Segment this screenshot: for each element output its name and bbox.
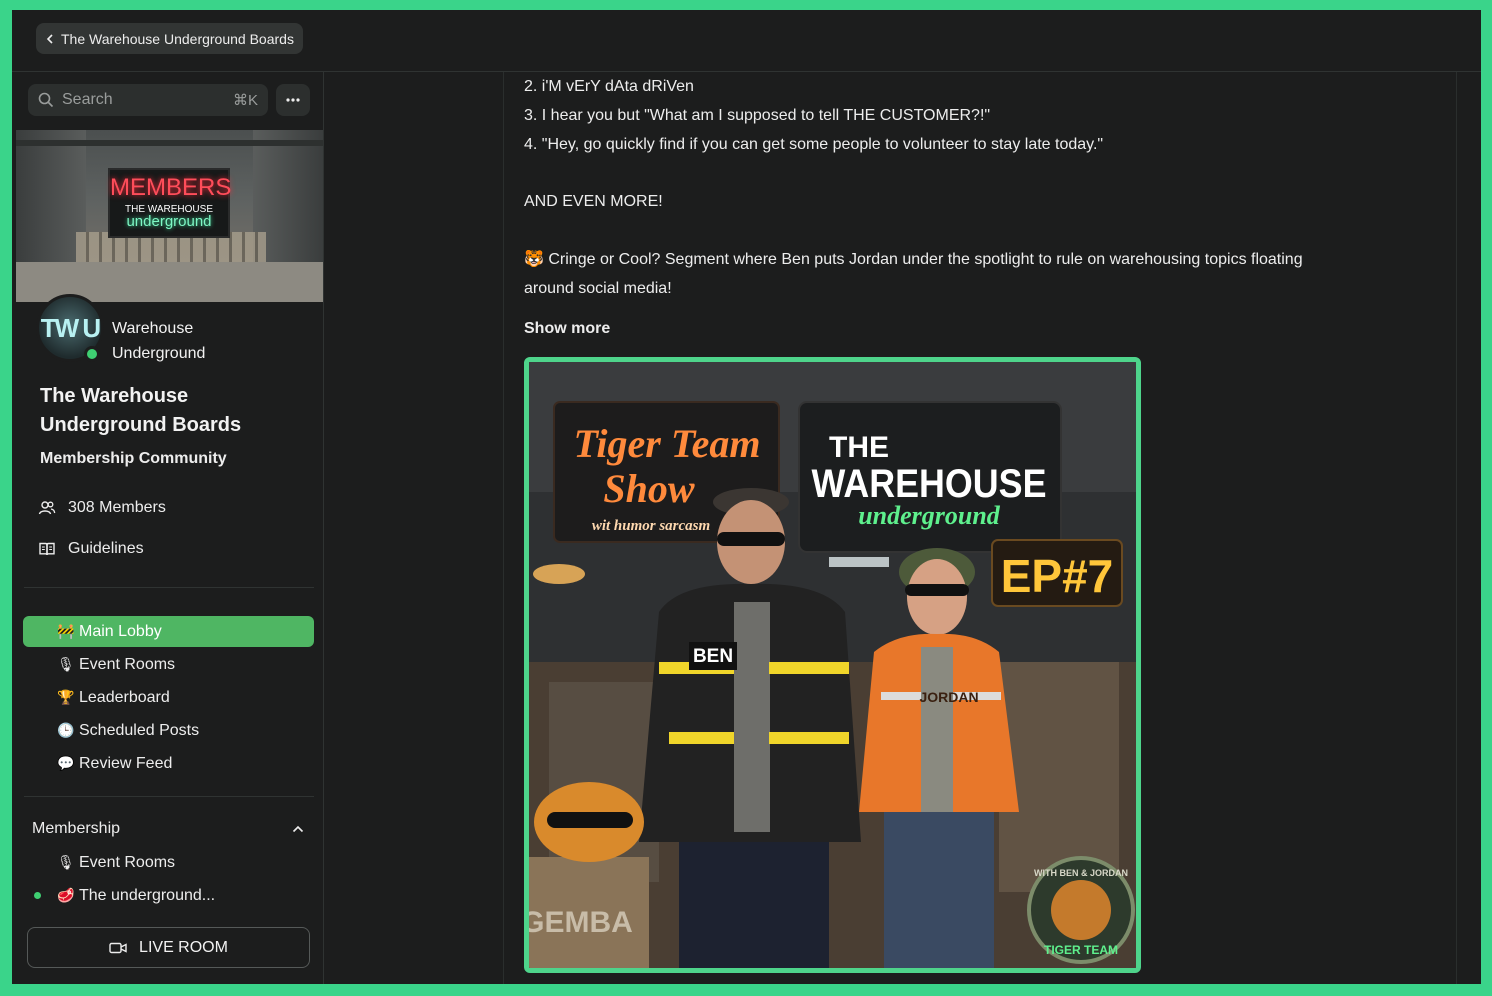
members-link[interactable]: 308 Members bbox=[38, 499, 166, 517]
video-camera-icon bbox=[109, 942, 127, 953]
members-icon bbox=[38, 501, 56, 515]
guidelines-link[interactable]: Guidelines bbox=[38, 540, 144, 558]
column-divider bbox=[1456, 72, 1457, 984]
community-subtitle: Membership Community bbox=[40, 450, 227, 467]
chevron-left-icon bbox=[46, 33, 53, 44]
chevron-up-icon bbox=[292, 825, 304, 833]
book-icon bbox=[39, 542, 55, 556]
jordan-name-tag: JORDAN bbox=[919, 689, 978, 705]
ben-name-tag: BEN bbox=[693, 646, 733, 667]
sidebar-item-membership-event-rooms[interactable]: 🎙 Event Rooms bbox=[23, 847, 314, 878]
ellipsis-icon bbox=[286, 98, 300, 102]
post-line: 🐯 Cringe or Cool? Segment where Ben puts… bbox=[524, 251, 1303, 268]
members-count-label: 308 Members bbox=[68, 499, 166, 516]
episode-number: EP#7 bbox=[1001, 550, 1114, 602]
sign-right-line-2: WAREHOUSE bbox=[812, 462, 1047, 506]
app-window: The Warehouse Underground Boards Search … bbox=[12, 10, 1481, 984]
top-bar: The Warehouse Underground Boards bbox=[12, 10, 1481, 72]
sidebar-item-event-rooms[interactable]: 🎙 Event Rooms bbox=[23, 649, 314, 680]
sidebar-item-scheduled-posts[interactable]: 🕒 Scheduled Posts bbox=[23, 715, 314, 746]
back-button-label: The Warehouse Underground Boards bbox=[61, 30, 294, 47]
sidebar-divider bbox=[24, 587, 314, 588]
sidebar-item-review-feed[interactable]: 💬 Review Feed bbox=[23, 748, 314, 779]
membership-section-title: Membership bbox=[32, 820, 121, 837]
guidelines-label: Guidelines bbox=[68, 540, 144, 557]
sidebar-item-label: Leaderboard bbox=[79, 688, 170, 706]
meat-icon: 🥩 bbox=[57, 887, 75, 903]
construction-icon: 🚧 bbox=[57, 623, 75, 639]
membership-section-toggle[interactable]: Membership bbox=[32, 820, 304, 838]
main-feed: 2. i'M vErY dAta dRiVen 3. I hear you bu… bbox=[325, 72, 1481, 984]
sidebar-divider bbox=[24, 796, 314, 797]
sign-right-line-1: THE bbox=[829, 431, 889, 464]
search-placeholder: Search bbox=[62, 91, 113, 108]
speech-bubble-icon: 💬 bbox=[57, 755, 75, 771]
trophy-icon: 🏆 bbox=[57, 689, 75, 705]
back-button[interactable]: The Warehouse Underground Boards bbox=[36, 23, 303, 54]
microphone-icon: 🎙 bbox=[57, 854, 75, 870]
badge-top-text: WITH BEN & JORDAN bbox=[1034, 868, 1128, 878]
community-title: The Warehouse Underground Boards bbox=[40, 385, 242, 436]
sidebar-item-label: The underground... bbox=[79, 886, 216, 904]
members-neon-sign: MEMBERS THE WAREHOUSE underground bbox=[108, 168, 232, 238]
search-input[interactable]: Search ⌘K bbox=[28, 84, 268, 116]
brand-name: Warehouse Underground bbox=[112, 320, 206, 362]
sidebar-item-label: Event Rooms bbox=[79, 853, 176, 871]
microphone-icon: 🎙 bbox=[57, 656, 75, 672]
post-line: 4. "Hey, go quickly find if you can get … bbox=[524, 136, 1104, 153]
sign-right-line-3: underground bbox=[858, 501, 1001, 530]
sidebar-item-leaderboard[interactable]: 🏆 Leaderboard bbox=[23, 682, 314, 713]
sidebar-item-label: Scheduled Posts bbox=[79, 721, 200, 739]
post-line: around social media! bbox=[524, 280, 672, 297]
avatar-logo-text: TW U bbox=[40, 312, 101, 343]
more-options-button[interactable] bbox=[276, 84, 310, 116]
live-room-label: LIVE ROOM bbox=[139, 938, 228, 956]
clock-icon: 🕒 bbox=[57, 722, 75, 738]
post-line: 2. i'M vErY dAta dRiVen bbox=[524, 78, 694, 95]
live-room-button[interactable]: LIVE ROOM bbox=[27, 927, 310, 968]
banner-sign-top: MEMBERS bbox=[110, 174, 232, 201]
online-status-dot bbox=[84, 346, 100, 362]
sign-left-line-1: Tiger Team bbox=[573, 421, 760, 466]
search-shortcut: ⌘K bbox=[232, 92, 258, 109]
sidebar: Search ⌘K MEMBERS THE WAREHOUSE undergro… bbox=[12, 72, 324, 984]
episode-artwork[interactable]: Tiger Team Show wit humor sarcasm THE WA… bbox=[524, 357, 1141, 973]
search-icon bbox=[38, 92, 54, 108]
sidebar-item-label: Review Feed bbox=[79, 754, 173, 772]
column-divider bbox=[503, 72, 504, 984]
sidebar-item-label: Event Rooms bbox=[79, 655, 176, 673]
community-banner: MEMBERS THE WAREHOUSE underground bbox=[16, 130, 323, 302]
post-line: AND EVEN MORE! bbox=[524, 193, 663, 210]
badge-bottom-text: TIGER TEAM bbox=[1044, 943, 1118, 957]
sign-left-line-3: wit humor sarcasm bbox=[592, 518, 710, 534]
sidebar-item-label: Main Lobby bbox=[79, 622, 162, 640]
sidebar-item-the-underground[interactable]: 🥩 The underground... bbox=[23, 880, 314, 911]
banner-sign-bottom: underground bbox=[126, 213, 212, 230]
episode-artwork-illustration: Tiger Team Show wit humor sarcasm THE WA… bbox=[529, 362, 1136, 968]
show-more-link[interactable]: Show more bbox=[524, 320, 610, 338]
post-line: 3. I hear you but "What am I supposed to… bbox=[524, 107, 991, 124]
crate-label: GEMBA bbox=[529, 906, 633, 939]
sign-left-line-2: Show bbox=[603, 466, 694, 511]
sidebar-item-main-lobby[interactable]: 🚧 Main Lobby bbox=[23, 616, 314, 647]
